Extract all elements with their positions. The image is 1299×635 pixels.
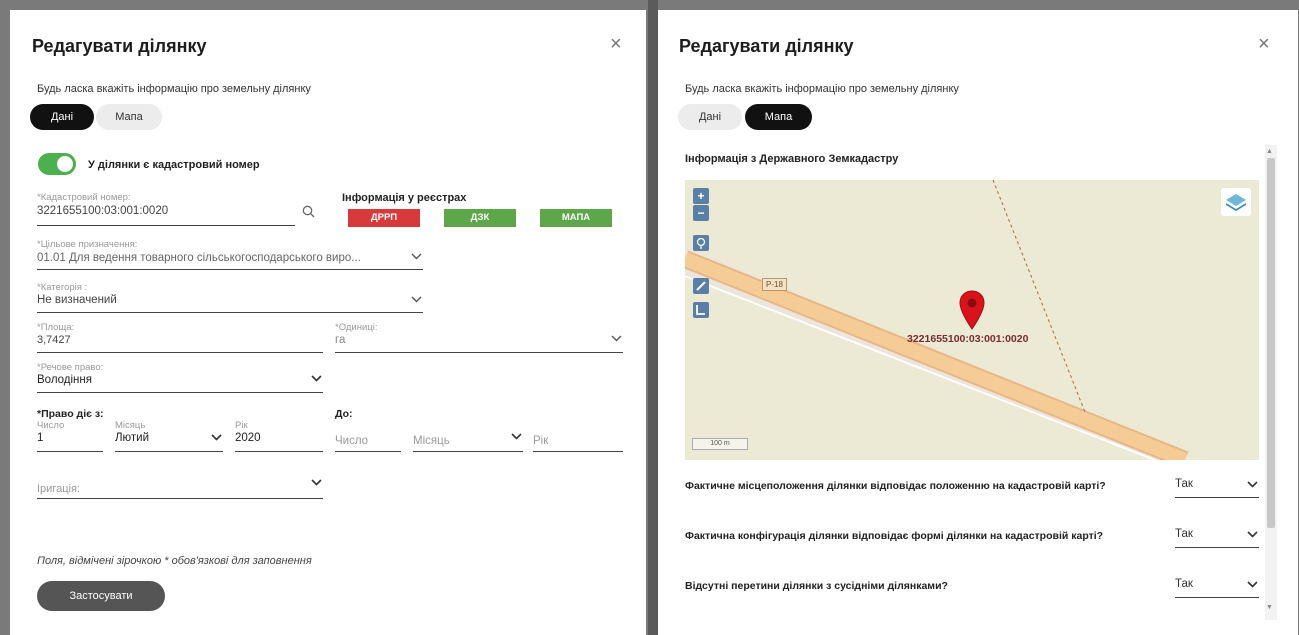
area-label: *Площа: xyxy=(37,322,75,333)
road-label: Р-18 xyxy=(762,278,787,291)
apply-button[interactable]: Застосувати xyxy=(37,581,165,611)
from-day-value: 1 xyxy=(37,432,44,444)
area-field[interactable]: *Площа: 3,7427 xyxy=(37,322,323,353)
measure-line-icon[interactable] xyxy=(693,278,709,294)
toggle-knob xyxy=(57,156,73,172)
chevron-down-icon xyxy=(211,434,222,444)
property-right-value: Володіння xyxy=(37,374,92,386)
units-select[interactable]: *Одиниці: га xyxy=(335,322,623,353)
close-icon[interactable]: × xyxy=(1258,34,1270,54)
from-day-label: Число xyxy=(37,420,65,431)
purpose-select[interactable]: *Цільове призначення: 01.01 Для ведення … xyxy=(37,239,423,270)
dzk-button[interactable]: ДЗК xyxy=(444,209,516,227)
tab-map[interactable]: Мапа xyxy=(96,104,162,130)
purpose-label: *Цільове призначення: xyxy=(37,239,138,250)
tab-data[interactable]: Дані xyxy=(678,104,742,130)
cadastral-map[interactable]: + − Р-18 3221655100:03:001:0020 100 m xyxy=(685,180,1259,460)
to-day-field[interactable]: Число xyxy=(335,430,401,452)
scroll-down-icon[interactable]: ▼ xyxy=(1266,604,1273,611)
chevron-down-icon xyxy=(311,375,322,385)
from-year-field[interactable]: Рік 2020 xyxy=(235,420,323,452)
chevron-down-icon xyxy=(411,253,422,263)
from-day-field[interactable]: Число 1 xyxy=(37,420,103,452)
zoom-in-button[interactable]: + xyxy=(693,188,709,204)
registries-title: Інформація у реєстрах xyxy=(342,192,467,204)
valid-to-title: До: xyxy=(335,408,353,420)
chevron-down-icon xyxy=(611,335,622,345)
answer-intersections-select[interactable]: Так xyxy=(1175,576,1259,598)
question-configuration: Фактична конфігурація ділянки відповідає… xyxy=(685,530,1104,542)
locate-icon[interactable] xyxy=(693,235,709,251)
to-year-field[interactable]: Рік xyxy=(533,430,623,452)
measure-area-icon[interactable] xyxy=(693,302,709,318)
section-title: Інформація з Державного Земкадастру xyxy=(685,153,899,165)
chevron-down-icon xyxy=(411,296,422,306)
close-icon[interactable]: × xyxy=(610,34,622,54)
search-icon[interactable] xyxy=(302,205,315,223)
irrigation-placeholder: Іригація: xyxy=(37,483,80,495)
cadastral-toggle[interactable] xyxy=(38,153,76,175)
scroll-up-icon[interactable]: ▲ xyxy=(1266,148,1273,155)
scale-bar: 100 m xyxy=(692,438,748,450)
area-value: 3,7427 xyxy=(37,334,71,346)
to-month-select[interactable]: Місяць xyxy=(413,430,523,452)
dialog-title: Редагувати ділянку xyxy=(32,36,207,56)
toggle-label: У ділянки є кадастровий номер xyxy=(88,159,260,171)
to-year-placeholder: Рік xyxy=(533,435,549,447)
dialog-subtitle: Будь ласка вкажіть інформацію про земель… xyxy=(37,83,311,95)
property-right-select[interactable]: *Речове право: Володіння xyxy=(37,362,323,393)
cadastral-number-field[interactable]: *Кадастровий номер: 3221655100:03:001:00… xyxy=(37,192,295,226)
chevron-down-icon xyxy=(1247,581,1258,591)
irrigation-select[interactable]: Іригація: xyxy=(37,476,323,499)
units-value: га xyxy=(335,334,346,346)
screenshot-divider xyxy=(648,0,658,635)
purpose-value: 01.01 Для ведення товарного сільськогосп… xyxy=(37,252,361,264)
answer-intersections-value: Так xyxy=(1175,578,1193,590)
category-label: *Категорія : xyxy=(37,282,88,293)
units-label: *Одиниці: xyxy=(335,322,378,333)
cadastral-number-label: *Кадастровий номер: xyxy=(37,192,131,203)
category-select[interactable]: *Категорія : Не визначений xyxy=(37,282,423,313)
zoom-out-button[interactable]: − xyxy=(693,205,709,221)
to-day-placeholder: Число xyxy=(335,435,369,447)
chevron-down-icon xyxy=(311,479,322,489)
map-pin-icon[interactable] xyxy=(959,290,985,335)
from-year-value: 2020 xyxy=(235,432,261,444)
question-location: Фактичне місцеположення ділянки відповід… xyxy=(685,480,1106,492)
parcel-label: 3221655100:03:001:0020 xyxy=(907,333,1029,345)
tab-map[interactable]: Мапа xyxy=(745,104,812,130)
answer-configuration-value: Так xyxy=(1175,528,1193,540)
valid-from-title: *Право діє з: xyxy=(37,408,104,420)
dialog-subtitle: Будь ласка вкажіть інформацію про земель… xyxy=(685,83,959,95)
layers-icon[interactable] xyxy=(1221,188,1251,216)
edit-plot-dialog-map: Редагувати ділянку × Будь ласка вкажіть … xyxy=(658,10,1298,635)
answer-location-select[interactable]: Так xyxy=(1175,476,1259,498)
from-month-value: Лютий xyxy=(115,432,150,444)
scrollbar-thumb[interactable] xyxy=(1267,158,1275,528)
chevron-down-icon xyxy=(511,433,522,443)
from-month-select[interactable]: Місяць Лютий xyxy=(115,420,223,452)
required-fields-note: Поля, відмічені зірочкою * обов'язкові д… xyxy=(37,555,312,567)
answer-configuration-select[interactable]: Так xyxy=(1175,526,1259,548)
chevron-down-icon xyxy=(1247,481,1258,491)
from-year-label: Рік xyxy=(235,420,248,431)
cadastral-number-value: 3221655100:03:001:0020 xyxy=(37,205,169,217)
category-value: Не визначений xyxy=(37,294,117,306)
property-right-label: *Речове право: xyxy=(37,362,104,373)
from-month-label: Місяць xyxy=(115,420,146,431)
dialog-title: Редагувати ділянку xyxy=(679,36,854,56)
tab-data[interactable]: Дані xyxy=(30,104,94,130)
question-intersections: Відсутні перетини ділянки з сусідніми ді… xyxy=(685,580,948,592)
edit-plot-dialog-data: Редагувати ділянку × Будь ласка вкажіть … xyxy=(10,10,646,635)
answer-location-value: Так xyxy=(1175,478,1193,490)
to-month-placeholder: Місяць xyxy=(413,435,450,447)
mapa-button[interactable]: МАПА xyxy=(540,209,612,227)
drrp-button[interactable]: ДРРП xyxy=(348,209,420,227)
chevron-down-icon xyxy=(1247,531,1258,541)
